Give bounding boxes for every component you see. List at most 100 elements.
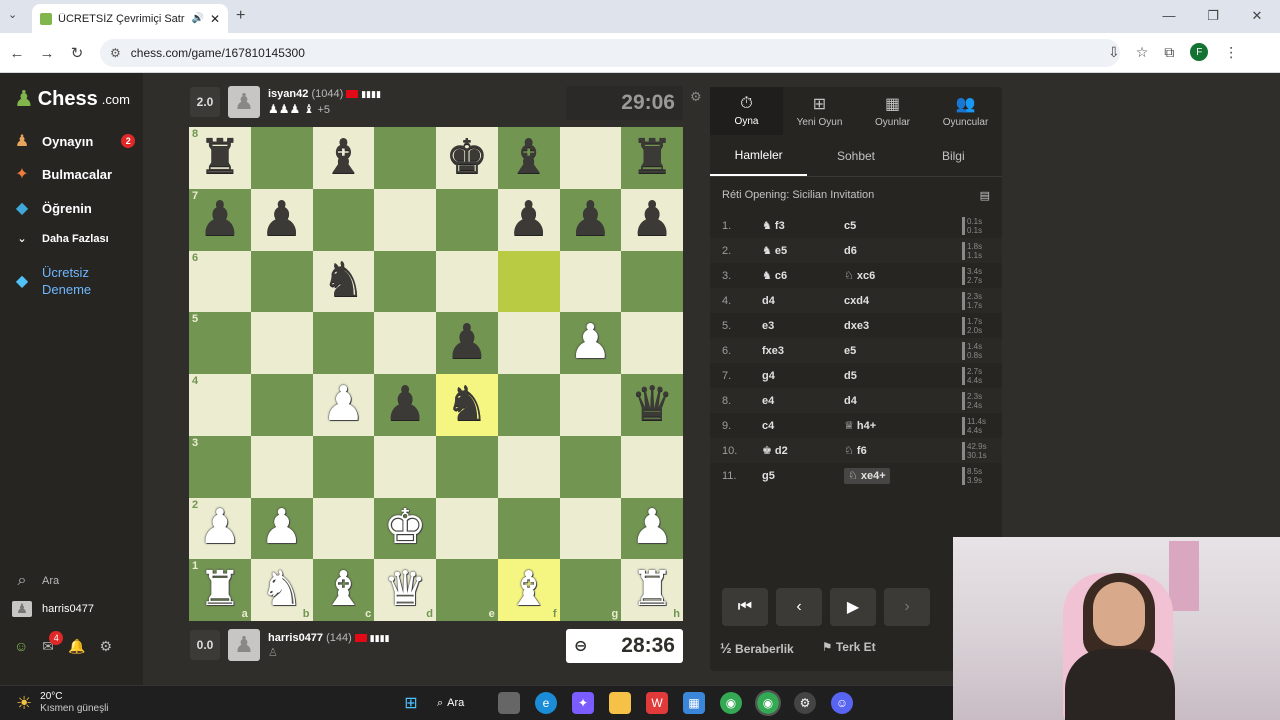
back-icon[interactable]: ←: [4, 40, 30, 66]
square-h7[interactable]: ♟: [621, 188, 683, 251]
square-f7[interactable]: ♟: [497, 188, 560, 251]
square-h5[interactable]: [621, 312, 683, 374]
chess-logo[interactable]: ♟ Chess .com: [14, 86, 130, 112]
square-e2[interactable]: [436, 497, 498, 560]
square-e6[interactable]: [436, 250, 498, 313]
square-g4[interactable]: [559, 374, 622, 436]
sidebar-item-more[interactable]: ⌄ Daha Fazlası: [12, 232, 108, 246]
browser-tab[interactable]: ÜCRETSİZ Çevrimiçi Satranç 🔊 ✕: [32, 4, 228, 33]
white-pawn-icon[interactable]: ♟: [322, 380, 365, 429]
menu-kebab-icon[interactable]: ⋮: [1224, 44, 1238, 61]
windows-start-icon[interactable]: ⊞: [400, 692, 422, 714]
file-explorer-icon[interactable]: [609, 692, 631, 714]
black-move[interactable]: ♘ f6: [844, 444, 962, 457]
sidebar-search[interactable]: ⌕ Ara: [12, 572, 60, 590]
opening-name[interactable]: Réti Opening: Sicilian Invitation: [722, 189, 874, 201]
tab-players[interactable]: 👥 Oyuncular: [929, 87, 1002, 135]
white-queen-icon[interactable]: ♛: [384, 566, 427, 614]
square-d5[interactable]: [374, 312, 436, 374]
square-g1[interactable]: g: [559, 559, 622, 621]
black-move[interactable]: ♕ h4+: [844, 419, 962, 432]
sidebar-item-puzzles[interactable]: ✦ Bulmacalar: [12, 164, 112, 184]
square-d1[interactable]: ♛ d: [374, 559, 436, 621]
square-b6[interactable]: [250, 250, 313, 313]
new-tab-button[interactable]: +: [236, 7, 245, 25]
white-move[interactable]: g4: [762, 370, 844, 382]
square-c3[interactable]: [312, 435, 375, 498]
black-pawn-icon[interactable]: ♟: [384, 380, 427, 429]
square-f8[interactable]: ♝: [497, 127, 560, 189]
book-icon[interactable]: ▤: [980, 189, 990, 202]
square-c1[interactable]: ♝ c: [312, 559, 375, 621]
black-move[interactable]: d4: [844, 395, 962, 407]
square-h3[interactable]: [621, 435, 683, 498]
reload-icon[interactable]: ↻: [64, 40, 90, 66]
task-view-icon[interactable]: [498, 692, 520, 714]
black-pawn-icon[interactable]: ♟: [631, 195, 674, 244]
black-queen-icon[interactable]: ♛: [631, 380, 674, 429]
black-move[interactable]: d6: [844, 245, 962, 257]
tab-list-chevron-icon[interactable]: ⌄: [8, 8, 17, 21]
white-pawn-icon[interactable]: ♟: [631, 504, 674, 552]
black-rook-icon[interactable]: ♜: [631, 133, 674, 182]
settings-app-icon[interactable]: ⚙: [794, 692, 816, 714]
discord-icon[interactable]: ☺: [831, 692, 853, 714]
white-move[interactable]: g5: [762, 470, 844, 482]
black-move[interactable]: e5: [844, 345, 962, 357]
white-move[interactable]: e4: [762, 395, 844, 407]
white-king-icon[interactable]: ♚: [384, 504, 427, 552]
first-move-button[interactable]: ⏮: [722, 588, 768, 626]
chrome-profile-icon[interactable]: ◉: [755, 690, 781, 716]
square-d2[interactable]: ♚: [374, 497, 436, 560]
square-e7[interactable]: [436, 188, 498, 251]
square-b4[interactable]: [250, 374, 313, 436]
site-info-icon[interactable]: ⚙: [110, 46, 121, 60]
white-rook-icon[interactable]: ♜: [631, 566, 674, 614]
black-knight-icon[interactable]: ♞: [445, 380, 488, 429]
black-move[interactable]: cxd4: [844, 295, 962, 307]
bottom-player-name[interactable]: harris0477: [268, 632, 323, 644]
bell-icon[interactable]: 🔔: [68, 638, 85, 655]
sidebar-item-learn[interactable]: ◆ Öğrenin: [12, 198, 92, 218]
sidebar-item-play[interactable]: ♟ Oynayın 2: [12, 131, 136, 151]
maximize-icon[interactable]: ❐: [1198, 8, 1228, 24]
square-b2[interactable]: ♟: [250, 497, 313, 560]
top-player-avatar[interactable]: ♟: [228, 86, 260, 118]
square-d7[interactable]: [374, 188, 436, 251]
previous-move-button[interactable]: ‹: [776, 588, 822, 626]
board-settings-icon[interactable]: ⚙: [690, 89, 702, 105]
black-pawn-icon[interactable]: ♟: [569, 195, 612, 244]
square-a8[interactable]: ♜ 8: [189, 127, 251, 189]
bottom-player-avatar[interactable]: ♟: [228, 629, 260, 661]
square-f1[interactable]: ♝ f: [497, 559, 560, 621]
close-window-icon[interactable]: ✕: [1242, 8, 1272, 24]
white-move[interactable]: fxe3: [762, 345, 844, 357]
square-c4[interactable]: ♟: [312, 374, 375, 436]
square-a4[interactable]: 4: [189, 374, 251, 436]
square-h6[interactable]: [621, 250, 683, 313]
square-h1[interactable]: ♜ h: [621, 559, 683, 621]
square-a3[interactable]: 3: [189, 435, 251, 498]
white-move[interactable]: ♞ f3: [762, 219, 844, 232]
profile-avatar[interactable]: F: [1190, 43, 1209, 61]
minimize-icon[interactable]: —: [1154, 8, 1184, 24]
close-tab-icon[interactable]: ✕: [210, 12, 220, 26]
subtab-chat[interactable]: Sohbet: [807, 135, 904, 176]
bookmark-star-icon[interactable]: ☆: [1136, 44, 1149, 61]
black-move[interactable]: c5: [844, 220, 962, 232]
black-move[interactable]: ♘ xe4+: [844, 468, 962, 484]
square-h4[interactable]: ♛: [621, 374, 683, 436]
black-move[interactable]: d5: [844, 370, 962, 382]
next-move-button[interactable]: ›: [884, 588, 930, 626]
install-app-icon[interactable]: ⇩: [1108, 44, 1120, 61]
square-h2[interactable]: ♟: [621, 497, 683, 560]
square-g7[interactable]: ♟: [559, 188, 622, 251]
black-rook-icon[interactable]: ♜: [198, 133, 241, 182]
address-bar[interactable]: ⚙ chess.com/game/167810145300: [100, 39, 1120, 67]
square-a5[interactable]: 5: [189, 312, 251, 374]
edge-icon[interactable]: e: [535, 692, 557, 714]
chess-board[interactable]: ♜ 8 ♝ ♚ ♝ ♜ ♟ 7 ♟ ♟ ♟ ♟ 6 ♞ 5 ♟ ♟ 4 ♟ ♟ ♞ ♛ 3 ♟ 2 ♟ ♚ ♟ ♜ 1 a ♞ b ♝ c ♛ d e ♝ f…: [189, 127, 683, 621]
square-g3[interactable]: [559, 435, 622, 498]
square-d3[interactable]: [374, 435, 436, 498]
square-a6[interactable]: 6: [189, 250, 251, 313]
